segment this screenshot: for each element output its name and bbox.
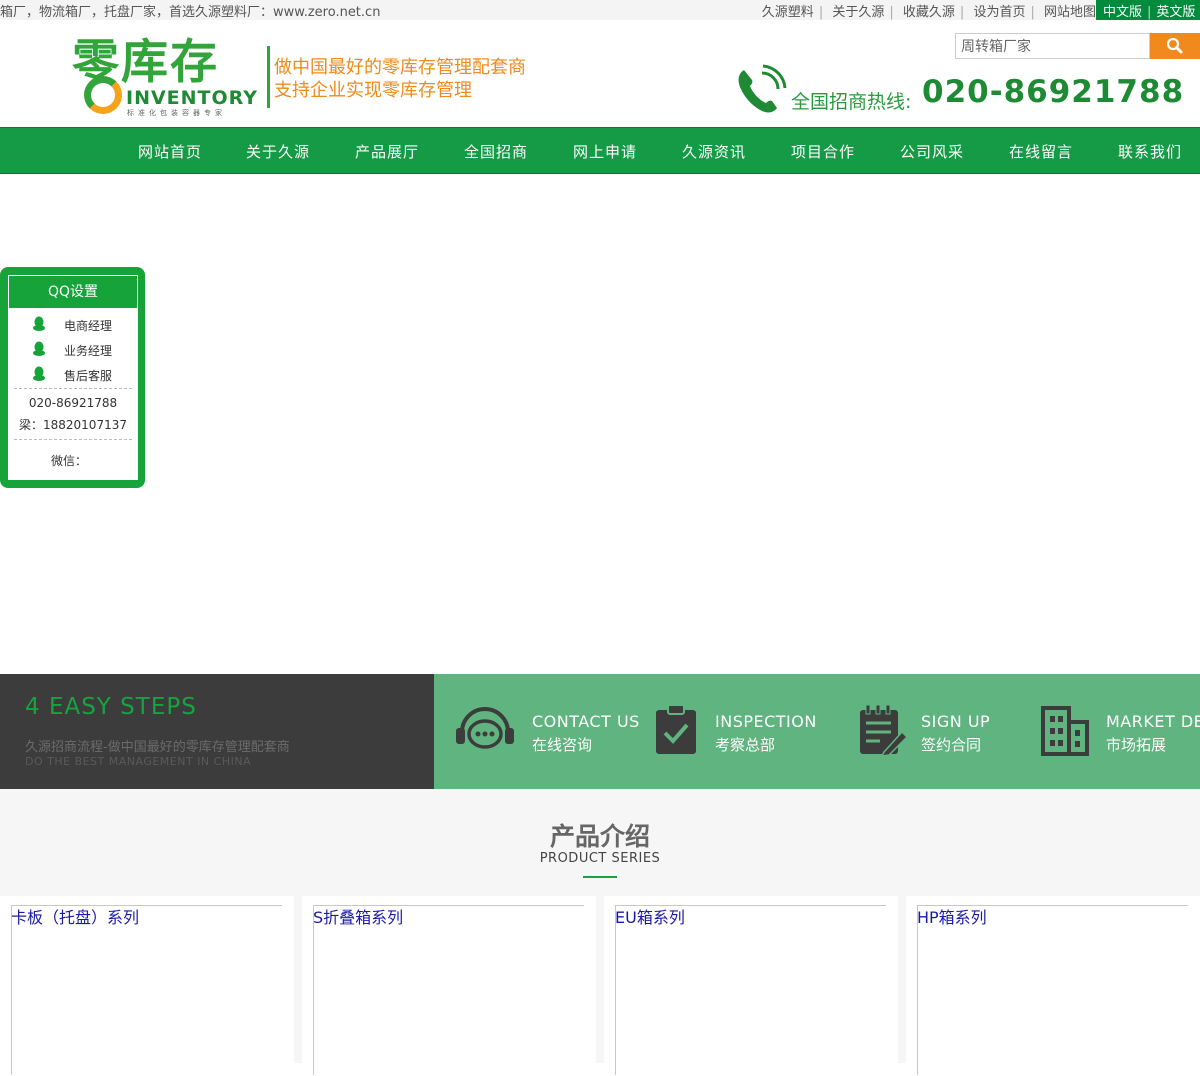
qq-mobile: 梁：18820107137	[19, 418, 127, 432]
logo-divider	[267, 46, 270, 108]
hotline-number: 020-86921788	[922, 74, 1185, 110]
notepad-pen-icon	[860, 704, 908, 756]
qq-penguin-icon	[33, 341, 45, 356]
main-nav: 网站首页 关于久源 产品展厅 全国招商 网上申请 久源资讯 项目合作 公司风采 …	[0, 127, 1200, 174]
nav-message[interactable]: 在线留言	[1009, 141, 1073, 162]
nav-home[interactable]: 网站首页	[138, 141, 202, 162]
step-title-cn: 考察总部	[715, 736, 776, 754]
search-button[interactable]	[1150, 33, 1200, 59]
qq-penguin-icon	[33, 316, 45, 331]
top-bar: 箱厂，物流箱厂，托盘厂家，首选久源塑料厂：www.zero.net.cn 久源塑…	[0, 0, 1200, 20]
qq-penguin-icon	[33, 366, 45, 381]
lang-english-link[interactable]: 英文版	[1156, 5, 1195, 20]
steps-subtitle-cn: 久源招商流程-做中国最好的零库存管理配套商	[25, 740, 290, 755]
step-title-en: SIGN UP	[921, 712, 991, 731]
nav-about[interactable]: 关于久源	[246, 141, 310, 162]
product-image	[313, 905, 584, 1075]
qq-contact-sales[interactable]: 业务经理	[8, 338, 138, 360]
product-card[interactable]: HP箱系列	[906, 896, 1200, 1076]
product-image	[917, 905, 1188, 1075]
nav-apply[interactable]: 网上申请	[573, 141, 637, 162]
qq-contact-aftersales[interactable]: 售后客服	[8, 363, 138, 385]
hotline: 全国招商热线: 020-86921788	[735, 64, 1200, 118]
nav-contact[interactable]: 联系我们	[1118, 141, 1182, 162]
step-title-cn: 市场拓展	[1106, 736, 1167, 754]
product-name[interactable]: S折叠箱系列	[313, 904, 403, 928]
search-box	[955, 33, 1200, 59]
product-name[interactable]: 卡板（托盘）系列	[11, 904, 139, 928]
title-underline	[583, 876, 617, 878]
section-subtitle: PRODUCT SERIES	[539, 851, 661, 866]
steps-heading: 4 EASY STEPS	[25, 694, 197, 720]
nav-news[interactable]: 久源资讯	[682, 141, 746, 162]
product-card[interactable]: 卡板（托盘）系列	[0, 896, 294, 1076]
search-input[interactable]	[955, 33, 1150, 59]
top-link-set-home[interactable]: 设为首页	[973, 5, 1025, 20]
product-name[interactable]: HP箱系列	[917, 904, 987, 928]
step-title-cn: 在线咨询	[532, 736, 593, 754]
logo-ring-icon	[84, 76, 122, 114]
product-image	[615, 905, 886, 1075]
steps-list: CONTACT US 在线咨询 INSPECTION 考察总部 SIGN UP …	[434, 674, 1200, 789]
hotline-label: 全国招商热线:	[791, 91, 912, 113]
qq-contact-ecommerce[interactable]: 电商经理	[8, 313, 138, 335]
product-card[interactable]: EU箱系列	[604, 896, 898, 1076]
search-icon	[1166, 37, 1183, 54]
language-switch: 中文版 | 英文版	[1096, 0, 1200, 20]
section-title: 产品介绍	[549, 822, 650, 851]
qq-divider	[14, 439, 132, 440]
easy-steps-band: 4 EASY STEPS 久源招商流程-做中国最好的零库存管理配套商 DO TH…	[0, 674, 1200, 789]
phone-icon	[738, 64, 787, 113]
clipboard-check-icon	[656, 704, 696, 754]
top-link-about[interactable]: 关于久源	[832, 5, 884, 20]
steps-subtitle-en: DO THE BEST MANAGEMENT IN CHINA	[25, 755, 252, 768]
building-icon	[1041, 706, 1089, 756]
step-title-en: MARKET DEV	[1106, 712, 1200, 731]
slogan-line-2: 支持企业实现零库存管理	[274, 80, 472, 101]
product-card[interactable]: S折叠箱系列	[302, 896, 596, 1076]
top-link-jiuyuan[interactable]: 久源塑料	[762, 5, 814, 20]
scrolling-notice: 箱厂，物流箱厂，托盘厂家，首选久源塑料厂：www.zero.net.cn	[0, 5, 381, 20]
top-links: 久源塑料 | 关于久源 | 收藏久源 | 设为首页 | 网站地图	[761, 5, 1096, 20]
step-title-en: INSPECTION	[715, 712, 817, 731]
site-logo[interactable]: 零库存 INVENTORY 标准化包装容器专家 做中国最好的零库存管理配套商 支…	[72, 38, 552, 120]
step-title-en: CONTACT US	[532, 712, 640, 731]
product-image	[11, 905, 282, 1075]
headset-chat-icon	[456, 707, 514, 749]
qq-phone: 020-86921788	[28, 396, 118, 410]
nav-franchise[interactable]: 全国招商	[464, 141, 528, 162]
lang-chinese-link[interactable]: 中文版	[1103, 5, 1142, 20]
qq-panel-title: QQ设置	[8, 275, 138, 309]
step-title-cn: 签约合同	[921, 736, 982, 754]
nav-products[interactable]: 产品展厅	[355, 141, 419, 162]
logo-tagline: 标准化包装容器专家	[127, 109, 226, 117]
qq-float-panel: QQ设置 电商经理 业务经理 售后客服 020-86921788 梁：18820…	[0, 267, 145, 488]
product-name[interactable]: EU箱系列	[615, 904, 685, 928]
product-section: 产品介绍 PRODUCT SERIES 卡板（托盘）系列 S折叠箱系列 EU箱系…	[0, 789, 1200, 1076]
nav-gallery[interactable]: 公司风采	[900, 141, 964, 162]
top-link-bookmark[interactable]: 收藏久源	[903, 5, 955, 20]
steps-intro: 4 EASY STEPS 久源招商流程-做中国最好的零库存管理配套商 DO TH…	[0, 674, 434, 789]
qq-divider	[14, 388, 132, 389]
qq-wechat: 微信：	[50, 454, 87, 468]
logo-inventory-text: INVENTORY	[126, 87, 259, 109]
top-link-sitemap[interactable]: 网站地图	[1044, 5, 1096, 20]
nav-projects[interactable]: 项目合作	[791, 141, 855, 162]
